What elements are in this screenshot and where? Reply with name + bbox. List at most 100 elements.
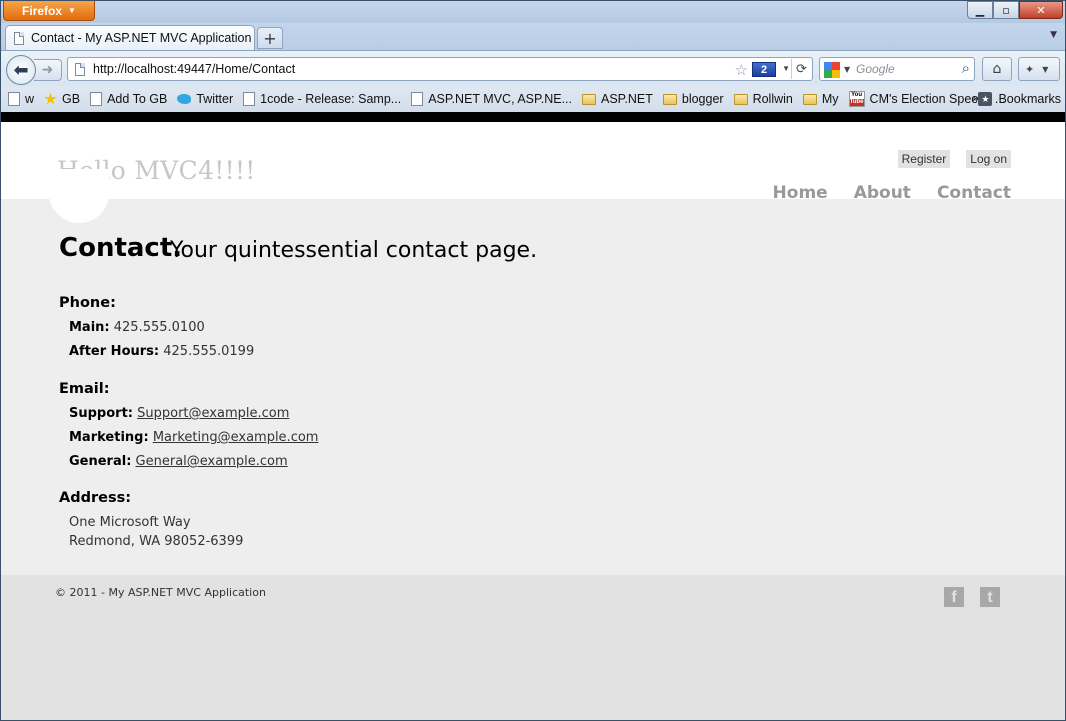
facebook-icon[interactable]: f [944,587,964,607]
twitter-icon [177,94,192,104]
firefox-menu-button[interactable]: Firefox ▼ [3,1,95,21]
back-forward-group: ➜ ⬅ [6,55,64,85]
tab-list-icon[interactable]: ▼ [1050,30,1057,40]
bookmark-add-to-gb[interactable]: Add To GB [87,88,170,110]
search-bar[interactable]: ▼ Google ⌕ [819,57,975,81]
folder-icon [582,93,596,105]
email-general-link[interactable]: General@example.com [136,454,288,469]
bookmark-label: blogger [681,92,724,106]
email-marketing-link[interactable]: Marketing@example.com [153,430,319,445]
folder-icon [802,93,817,105]
chevron-down-icon: ▼ [1042,64,1049,74]
page-title: Contact. [59,233,183,263]
bookmark-label: Add To GB [107,92,168,106]
address-line-2: Redmond, WA 98052-6399 [69,534,244,549]
url-text: http://localhost:49447/Home/Contact [93,62,296,76]
bookmarks-menu-label: Bookmarks [998,92,1061,106]
login-links: Register Log on [897,150,1011,168]
tab-title: Contact - My ASP.NET MVC Application [31,31,252,45]
email-support-link[interactable]: Support@example.com [137,406,289,421]
bookmark-label: GB [62,92,81,106]
top-stripe [1,112,1065,122]
twitter-icon[interactable]: t [980,587,1000,607]
url-history-dropdown-icon[interactable]: ▼ [782,64,790,73]
phone-main-value: 425.555.0100 [113,320,205,335]
bookmark-gb[interactable]: GB [41,88,83,110]
addon-button[interactable]: ✦ ▼ [1018,57,1060,81]
bookmark-label: ASP.NET MVC, ASP.NE... [428,92,572,106]
bookmark-label: Rollwin [752,92,793,106]
bookmark-folder-aspnet[interactable]: ASP.NET [579,88,656,110]
folder-icon [733,93,748,105]
site-header: Hello MVC4!!!! Register Log on Home Abou… [1,122,1065,203]
page-icon [90,92,103,106]
puzzle-icon: ✦ [1025,62,1035,76]
bookmark-1code[interactable]: 1code - Release: Samp... [240,88,404,110]
page-subtitle: Your quintessential contact page. [170,238,538,263]
firefox-menu-label: Firefox [22,3,63,18]
tab-strip: Contact - My ASP.NET MVC Application + ▼ [1,23,1065,50]
bookmarks-menu-button[interactable]: ★ Bookmarks [978,88,1061,110]
page-icon [411,92,424,106]
new-tab-button[interactable]: + [257,27,283,49]
back-button[interactable]: ⬅ [6,55,36,85]
navigation-toolbar: ➜ ⬅ http://localhost:49447/Home/Contact … [1,50,1065,86]
email-general-label: General: [69,454,132,469]
email-general: General: General@example.com [69,454,288,469]
search-engine-dropdown-icon[interactable]: ▼ [844,65,850,74]
bookmark-twitter[interactable]: Twitter [174,88,236,110]
email-marketing-label: Marketing: [69,430,149,445]
copyright-text: © 2011 - My ASP.NET MVC Application [55,586,266,599]
bookmark-label: w [25,92,35,106]
email-support: Support: Support@example.com [69,406,289,421]
forward-button[interactable]: ➜ [34,59,62,81]
bookmark-label: Twitter [196,92,234,106]
bookmark-aspnet-mvc[interactable]: ASP.NET MVC, ASP.NE... [408,88,575,110]
main-content: Contact. Your quintessential contact pag… [1,169,1065,575]
phone-heading: Phone: [59,295,116,311]
phone-after-value: 425.555.0199 [163,344,255,359]
search-icon[interactable]: ⌕ [962,59,970,77]
bookmarks-icon: ★ [978,92,993,106]
minimize-button[interactable]: ▁ [967,1,993,19]
google-icon [824,62,840,78]
page-icon [8,92,20,106]
phone-after-hours: After Hours: 425.555.0199 [69,344,254,359]
tab-contact[interactable]: Contact - My ASP.NET MVC Application [5,25,255,50]
bookmark-w[interactable]: w [5,88,37,110]
bookmark-folder-my[interactable]: My [800,88,842,110]
log-on-link[interactable]: Log on [966,150,1011,168]
close-button[interactable]: ✕ [1019,1,1063,19]
decorative-circle [49,169,109,223]
maximize-button[interactable]: ▫ [993,1,1019,19]
address-heading: Address: [59,490,132,506]
bookmark-label: 1code - Release: Samp... [260,92,402,106]
email-heading: Email: [59,381,110,397]
page-icon [243,92,256,106]
addon-badge[interactable]: 2 [752,62,776,77]
email-support-label: Support: [69,406,133,421]
page-icon [14,31,24,45]
title-bar: Firefox ▼ ▁ ▫ ✕ [1,1,1065,23]
star-icon [44,92,57,105]
bookmark-label: My [821,92,839,106]
bookmarks-toolbar: w GB Add To GB Twitter 1code - Release: … [1,86,1065,112]
email-marketing: Marketing: Marketing@example.com [69,430,318,445]
url-bar[interactable]: http://localhost:49447/Home/Contact ☆ 2 … [67,57,813,81]
social-links: f t [944,587,1000,607]
bookmark-star-icon[interactable]: ☆ [735,61,748,79]
caret-down-icon: ▼ [68,6,76,15]
home-button[interactable]: ⌂ [982,57,1012,81]
folder-icon [662,93,677,105]
reload-icon[interactable]: ⟳ [791,59,811,79]
browser-window: Firefox ▼ ▁ ▫ ✕ Contact - My ASP.NET MVC… [0,0,1066,721]
site-footer: © 2011 - My ASP.NET MVC Application f t [1,575,1065,720]
youtube-icon: You Tube [848,91,865,107]
bookmark-folder-rollwin[interactable]: Rollwin [731,88,796,110]
search-placeholder: Google [856,62,895,76]
page-icon [75,62,85,76]
register-link[interactable]: Register [897,150,951,168]
phone-main-label: Main: [69,320,110,335]
bookmark-folder-blogger[interactable]: blogger [660,88,727,110]
phone-after-label: After Hours: [69,344,160,359]
